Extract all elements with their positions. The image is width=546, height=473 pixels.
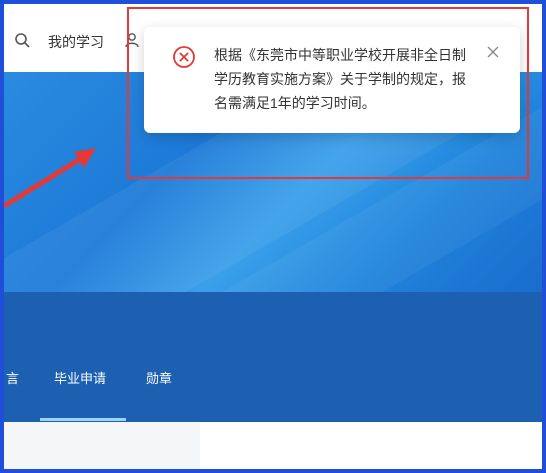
search-icon[interactable] — [14, 32, 30, 48]
tab-partial[interactable]: 言 — [6, 368, 19, 387]
error-toast: 根据《东莞市中等职业学校开展非全日制学历教育实施方案》关于学制的规定，报名需满足… — [144, 27, 520, 133]
toast-message: 根据《东莞市中等职业学校开展非全日制学历教育实施方案》关于学制的规定，报名需满足… — [214, 47, 466, 111]
tab-badges[interactable]: 勋章 — [146, 368, 172, 387]
close-icon[interactable] — [486, 45, 500, 59]
error-circle-icon — [173, 46, 195, 68]
content-card — [200, 422, 542, 469]
annotation-arrow — [4, 148, 96, 209]
tab-graduation-application[interactable]: 毕业申请 — [54, 368, 106, 387]
content-area — [4, 422, 542, 469]
course-nav-band — [4, 292, 542, 422]
my-study-link[interactable]: 我的学习 — [48, 32, 104, 52]
active-tab-indicator — [40, 418, 126, 421]
